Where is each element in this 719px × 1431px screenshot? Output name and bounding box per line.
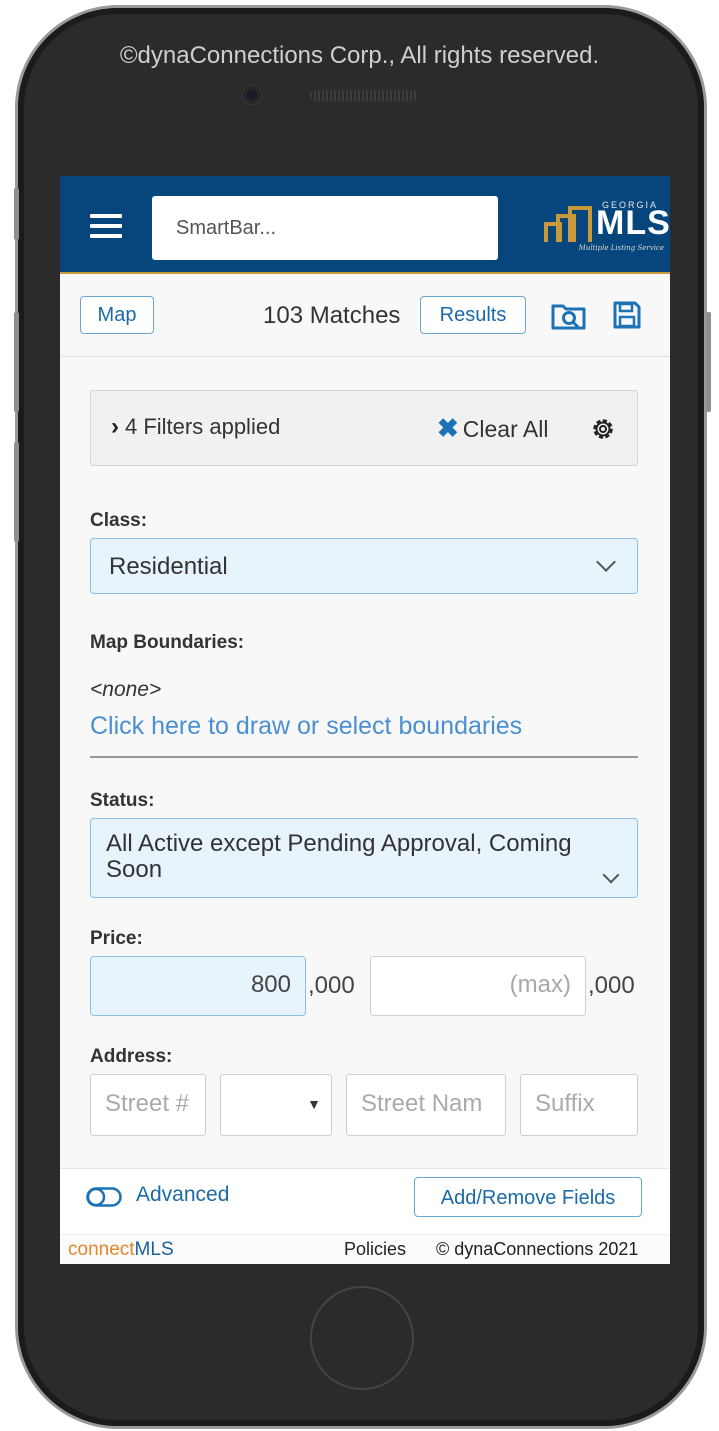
results-button[interactable]: Results: [420, 296, 526, 334]
hamburger-menu-icon[interactable]: [90, 214, 122, 240]
chevron-down-icon: [596, 552, 616, 572]
status-selected-value: All Active except Pending Approval, Comi…: [106, 830, 572, 883]
section-divider: [90, 756, 638, 758]
results-toolbar: Map 103 Matches Results: [60, 274, 670, 357]
street-name-input[interactable]: Street Nam: [346, 1074, 506, 1136]
camera-icon: [243, 86, 261, 104]
brand-connect-text: connect: [68, 1239, 135, 1260]
device-copyright: ©dynaConnections Corp., All rights reser…: [119, 42, 600, 69]
add-remove-fields-button[interactable]: Add/Remove Fields: [414, 1177, 642, 1217]
filters-expand-toggle[interactable]: › 4 Filters applied: [111, 413, 280, 441]
price-max-suffix: ,000: [588, 972, 635, 999]
price-min-suffix: ,000: [308, 972, 355, 999]
logo-mls-text: MLS: [596, 204, 670, 242]
class-select[interactable]: Residential: [90, 538, 638, 594]
chevron-right-icon: ›: [111, 413, 119, 440]
clear-all-button[interactable]: ✖ Clear All: [437, 413, 548, 444]
filters-applied-label: 4 Filters applied: [125, 414, 281, 439]
filters-panel: › 4 Filters applied ✖ Clear All: [90, 390, 638, 466]
price-max-input[interactable]: (max): [370, 956, 586, 1016]
match-count: 103 Matches: [263, 302, 401, 329]
gear-icon[interactable]: [589, 415, 617, 443]
draw-boundaries-link[interactable]: Click here to draw or select boundaries: [90, 712, 522, 741]
georgia-mls-logo: GEORGIA MLS Multiple Listing Service: [544, 200, 670, 256]
clear-all-label: Clear All: [462, 416, 549, 442]
price-min-input[interactable]: 800: [90, 956, 306, 1016]
brand-mls-text: MLS: [134, 1239, 174, 1260]
phone-side-button: [14, 188, 19, 240]
street-suffix-input[interactable]: Suffix: [520, 1074, 638, 1136]
home-button[interactable]: [310, 1286, 414, 1390]
folder-search-icon[interactable]: [550, 300, 588, 332]
address-label: Address:: [90, 1046, 173, 1067]
app-footer: connectMLS Policies © dynaConnections 20…: [60, 1234, 670, 1264]
status-label: Status:: [90, 790, 155, 811]
phone-volume-up-button: [14, 312, 19, 412]
footer-copyright: © dynaConnections 2021: [436, 1239, 639, 1259]
map-boundaries-value: <none>: [90, 678, 162, 701]
logo-subtitle: Multiple Listing Service: [578, 244, 664, 252]
status-select[interactable]: All Active except Pending Approval, Comi…: [90, 818, 638, 898]
connectmls-brand: connectMLS: [68, 1239, 174, 1261]
policies-link[interactable]: Policies: [344, 1239, 406, 1260]
speaker-grille: [310, 90, 418, 101]
map-boundaries-label: Map Boundaries:: [90, 632, 245, 653]
toggle-switch-icon[interactable]: [86, 1187, 122, 1207]
phone-power-button: [706, 312, 711, 412]
save-icon[interactable]: [612, 300, 642, 330]
class-label: Class:: [90, 510, 148, 531]
app-screen: GEORGIA MLS Multiple Listing Service Map…: [60, 176, 670, 1264]
street-number-input[interactable]: Street #: [90, 1074, 206, 1136]
app-header: GEORGIA MLS Multiple Listing Service: [60, 176, 670, 274]
advanced-toggle-label[interactable]: Advanced: [136, 1183, 229, 1207]
bottom-action-bar: Advanced Add/Remove Fields: [60, 1168, 670, 1237]
dropdown-arrow-icon: ▼: [307, 1096, 321, 1112]
phone-volume-down-button: [14, 442, 19, 542]
map-button[interactable]: Map: [80, 296, 154, 334]
close-icon: ✖: [437, 413, 459, 443]
street-direction-select[interactable]: ▼: [220, 1074, 332, 1136]
smartbar-search-input[interactable]: [152, 196, 498, 260]
logo-bars-icon: [544, 206, 592, 242]
price-label: Price:: [90, 928, 143, 949]
class-selected-value: Residential: [109, 553, 228, 580]
